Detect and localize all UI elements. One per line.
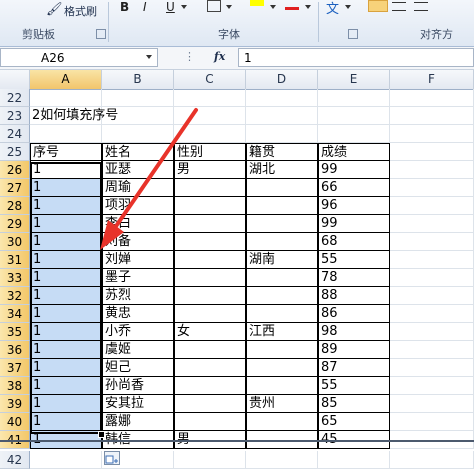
clipboard-group-label: 剪贴板 bbox=[22, 28, 55, 41]
formula-bar: A26 ⋮ fx 1 bbox=[0, 47, 474, 70]
name-box-value: A26 bbox=[41, 51, 65, 65]
underline-dropdown-icon[interactable] bbox=[181, 5, 187, 9]
ribbon: 🖌 格式刷 B I U 文 剪贴板 字体 对齐方 bbox=[0, 0, 474, 47]
formula-value: 1 bbox=[244, 51, 252, 65]
bold-button[interactable]: B bbox=[120, 0, 129, 14]
text-direction-button[interactable]: 文 bbox=[326, 0, 339, 17]
align-left-icon[interactable] bbox=[368, 0, 388, 12]
annotation-arrow-shaft bbox=[110, 108, 198, 234]
format-painter-icon[interactable]: 🖌 bbox=[46, 2, 63, 17]
insert-function-icon[interactable]: fx bbox=[214, 50, 225, 63]
text-direction-dropdown-icon[interactable] bbox=[345, 5, 351, 9]
borders-dropdown-icon[interactable] bbox=[226, 5, 232, 9]
separator bbox=[318, 2, 319, 42]
annotation-arrow-head bbox=[100, 220, 124, 250]
name-box-dropdown-icon[interactable] bbox=[146, 55, 152, 59]
separator bbox=[108, 2, 109, 42]
formula-input[interactable]: 1 bbox=[238, 48, 474, 67]
italic-button[interactable]: I bbox=[143, 0, 147, 14]
font-group-label: 字体 bbox=[218, 28, 240, 41]
dialog-launcher-icon[interactable] bbox=[96, 29, 106, 39]
font-color-icon[interactable] bbox=[285, 0, 299, 10]
formula-bar-grip-icon[interactable]: ⋮ bbox=[184, 50, 195, 63]
underline-button[interactable]: U bbox=[166, 0, 175, 14]
format-painter-label[interactable]: 格式刷 bbox=[64, 3, 97, 19]
align-center-icon[interactable] bbox=[392, 2, 406, 11]
annotation-arrow-icon bbox=[100, 108, 198, 250]
borders-icon[interactable] bbox=[207, 0, 221, 12]
align-right-icon[interactable] bbox=[414, 2, 428, 11]
alignment-group-label: 对齐方 bbox=[420, 28, 453, 41]
dialog-launcher-icon[interactable] bbox=[348, 29, 358, 39]
fill-color-icon[interactable] bbox=[250, 0, 264, 6]
spreadsheet-grid: A B C D E F 22 23 2如何填充序号 24 25 序号 姓名 性别 籍贯 成绩 26 1… bbox=[0, 70, 474, 470]
fill-color-dropdown-icon[interactable] bbox=[270, 5, 276, 9]
font-color-dropdown-icon[interactable] bbox=[305, 5, 311, 9]
name-box[interactable]: A26 bbox=[0, 48, 158, 67]
